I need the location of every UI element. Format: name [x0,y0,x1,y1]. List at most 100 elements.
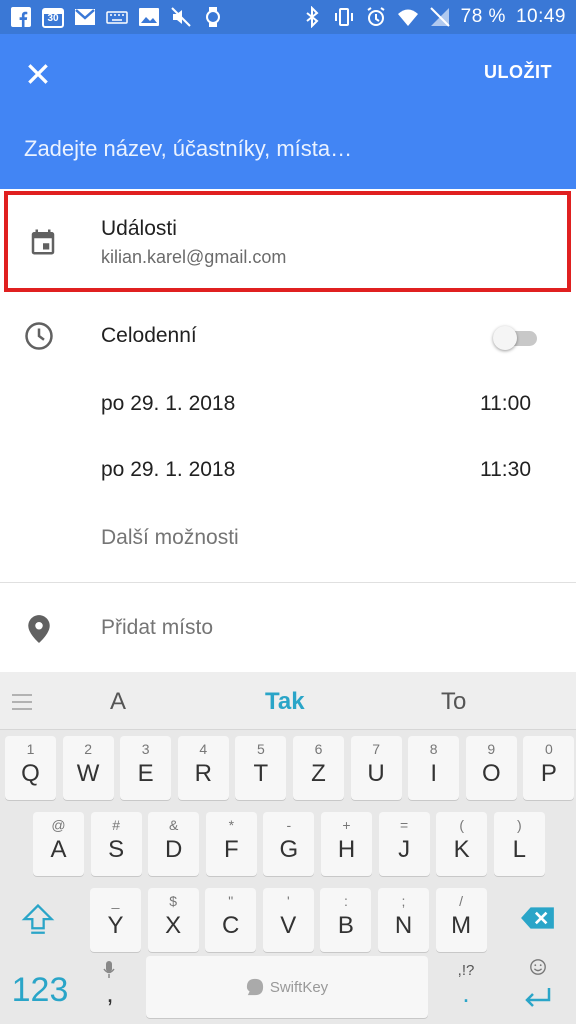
clock-icon [25,322,53,350]
menu-icon[interactable] [10,692,34,712]
space-key[interactable]: SwiftKey [146,956,428,1018]
key-y[interactable]: _ Y [90,888,141,952]
key-letter: J [398,836,411,863]
calendar-selector[interactable]: Události kilian.karel@gmail.com [4,191,571,292]
key-letter: I [430,760,438,787]
key-hint: * [228,817,235,833]
save-button[interactable]: ULOŽIT [484,62,552,83]
start-time[interactable]: 11:00 [480,392,531,416]
key-hint: # [112,817,120,833]
key-b[interactable]: :B [320,888,372,952]
close-button[interactable] [20,56,56,92]
enter-icon [525,988,551,1007]
key-c[interactable]: " C [205,888,257,952]
key-letter: X [165,912,182,939]
comma-char: , [106,978,114,1008]
key-e[interactable]: 3E [120,736,172,800]
key-o[interactable]: 9O [465,736,517,800]
key-letter: O [481,760,501,787]
key-letter: F [223,836,239,863]
comma-key[interactable]: , [84,956,136,1018]
add-location-field[interactable]: Přidat místo [101,616,213,640]
clock-time: 10:49 [515,6,566,27]
key-letter: M [451,912,472,939]
key-hint: / [459,893,464,909]
backspace-key[interactable] [512,888,564,948]
key-hint: @ [51,817,66,833]
shift-icon [21,903,55,934]
key-p[interactable]: 0P [523,736,575,800]
key-letter: T [253,760,269,787]
key-x[interactable]: $ X [147,888,199,952]
key-t[interactable]: 5T [235,736,287,800]
key-hint: ' [286,893,290,909]
key-l[interactable]: ) L [493,812,545,876]
key-hint: - [286,817,292,833]
key-w[interactable]: 2W [62,736,114,800]
key-u[interactable]: 7U [350,736,402,800]
key-letter: E [137,760,154,787]
status-bar: 30 78 % 10:49 [0,0,576,34]
key-hint: 3 [141,741,150,757]
key-letter: V [280,912,297,939]
key-hint: ) [516,817,522,833]
suggestion-right[interactable]: To [441,688,466,716]
toggle-thumb [493,326,517,350]
key-letter: D [165,836,183,863]
key-hint: ( [459,817,465,833]
key-letter: H [337,836,356,863]
key-i[interactable]: 8I [408,736,460,800]
calendar-badge-text: 30 [47,13,59,24]
key-hint: 4 [199,741,208,757]
vibrate-icon [333,6,355,28]
key-z[interactable]: 6Z [293,736,344,800]
numbers-key[interactable]: 123 [6,962,74,1018]
key-hint: & [169,817,179,833]
key-hint: 8 [429,741,438,757]
more-options-link[interactable]: Další možnosti [101,526,239,550]
space-brand: SwiftKey [269,978,329,996]
bluetooth-icon [301,6,323,28]
key-g[interactable]: -G [263,812,315,876]
keyboard-icon [106,6,128,28]
key-s[interactable]: # S [90,812,142,876]
facebook-icon [10,6,32,28]
key-r[interactable]: 4R [177,736,229,800]
key-k[interactable]: (K [436,812,488,876]
enter-key[interactable] [510,956,566,1018]
key-hint: 2 [84,741,92,757]
key-h[interactable]: + H [321,812,372,876]
key-v[interactable]: ' V [262,888,314,952]
key-q[interactable]: 1Q [5,736,56,800]
signal-icon [429,6,451,28]
end-time[interactable]: 11:30 [480,458,531,482]
key-m[interactable]: / M [435,888,487,952]
image-icon [138,6,160,28]
key-j[interactable]: = J [378,812,430,876]
key-n[interactable]: ; N [378,888,429,952]
suggestion-left[interactable]: A [110,688,126,716]
event-title-input[interactable]: Zadejte název, účastníky, místa… [24,136,352,162]
key-f[interactable]: * F [205,812,257,876]
key-d[interactable]: & D [148,812,200,876]
punctuation-key[interactable]: ,!? . [440,956,492,1018]
end-date[interactable]: po 29. 1. 2018 [101,458,235,482]
calendar-name: Události [101,217,177,240]
key-a[interactable]: @ A [33,812,84,876]
battery-level: 78 % [460,6,506,27]
keyboard: A Tak To 1 Q 2 W 3 E 4 R 5 T 6 Z 7 U 8 I 9 O 0 P @ A # S & D * F - G +… [0,672,576,1024]
punctuation-hint: ,!? [457,962,475,979]
suggestion-center[interactable]: Tak [265,688,305,716]
gmail-icon [74,6,96,28]
key-letter: Y [107,912,124,939]
key-letter: Q [21,760,40,787]
key-hint: " [228,893,234,909]
all-day-toggle[interactable] [493,326,539,350]
key-letter: P [540,760,557,787]
key-hint: 9 [487,741,496,757]
shift-key[interactable] [12,888,64,948]
key-hint: 0 [544,741,553,757]
key-hint: = [400,817,409,833]
app-bar: ULOŽIT Zadejte název, účastníky, místa… [0,34,576,189]
start-date[interactable]: po 29. 1. 2018 [101,392,235,416]
